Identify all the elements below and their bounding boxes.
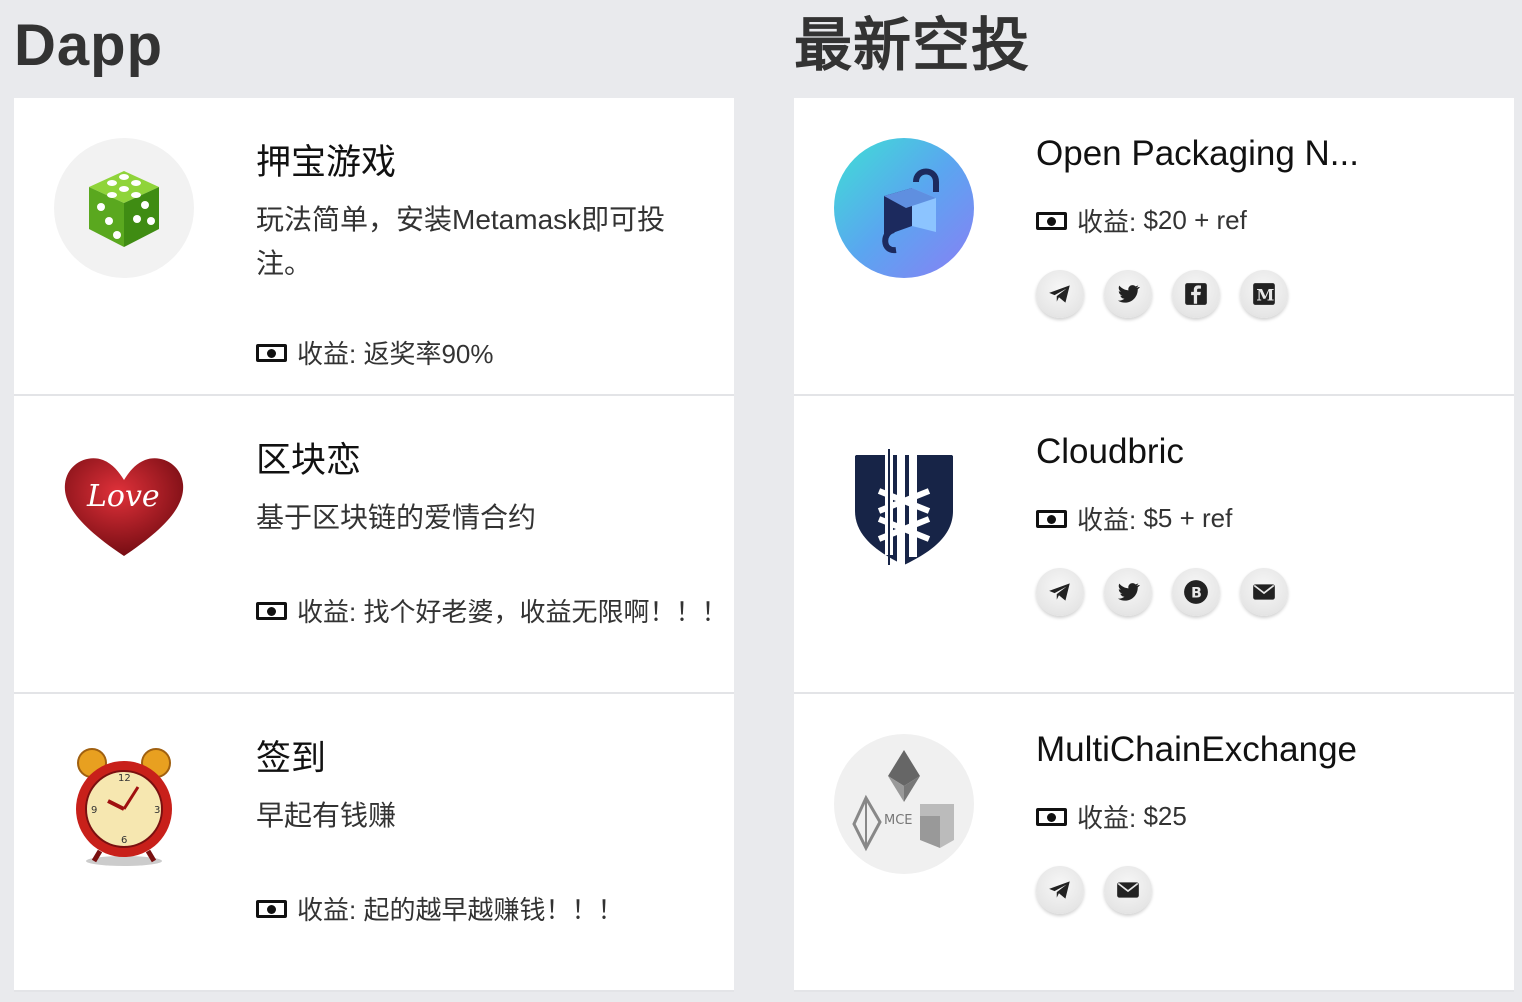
reward-label: 收益: xyxy=(297,597,357,627)
twitter-icon[interactable] xyxy=(1104,568,1152,616)
reward-value: 返奖率90% xyxy=(363,339,494,369)
airdrop-section: 最新空投 Open Packaging N... 收益: $20 + ref M… xyxy=(794,0,1514,992)
airdrop-heading: 最新空投 xyxy=(794,13,1031,78)
card-reward: 收益: 找个好老婆，收益无限啊！！！ xyxy=(256,592,727,629)
reward-label: 收益: xyxy=(297,895,357,925)
reward-label: 收益: xyxy=(1077,505,1137,535)
reward-value: 找个好老婆，收益无限啊！！！ xyxy=(363,597,728,627)
email-icon[interactable] xyxy=(1104,866,1152,914)
airdrop-card-cloudbric[interactable]: Cloudbric 收益: $5 + ref B xyxy=(794,396,1514,694)
reward-value: 起的越早越赚钱！！！ xyxy=(363,895,624,925)
svg-text:12: 12 xyxy=(118,773,131,784)
reward-label: 收益: xyxy=(1077,207,1137,237)
card-reward: 收益: $5 + ref xyxy=(1036,500,1232,537)
card-title: 区块恋 xyxy=(256,441,362,480)
mce-logo: MCE xyxy=(834,734,974,874)
svg-text:6: 6 xyxy=(121,835,127,846)
reward-label: 收益: xyxy=(1077,803,1137,833)
svg-text:Love: Love xyxy=(86,479,160,514)
money-icon xyxy=(1036,807,1067,826)
svg-text:MCE: MCE xyxy=(884,813,913,828)
dapp-card-love[interactable]: Love 区块恋 基于区块链的爱情合约 收益: 找个好老婆，收益无限啊！！！ xyxy=(14,396,734,694)
svg-text:M: M xyxy=(1256,286,1274,305)
money-icon xyxy=(1036,509,1067,528)
airdrop-card-open-packaging[interactable]: Open Packaging N... 收益: $20 + ref M xyxy=(794,98,1514,396)
facebook-icon[interactable] xyxy=(1172,270,1220,318)
card-reward: 收益: $20 + ref xyxy=(1036,202,1247,239)
money-icon xyxy=(256,343,287,362)
email-icon[interactable] xyxy=(1240,568,1288,616)
money-icon xyxy=(1036,211,1067,230)
social-links xyxy=(1036,866,1152,914)
dapp-card-checkin[interactable]: 12 3 6 9 签到 早起有钱赚 收益: 起的越早越赚钱！！！ xyxy=(14,694,734,992)
money-icon xyxy=(256,899,287,918)
svg-text:3: 3 xyxy=(154,805,160,816)
card-title: 签到 xyxy=(256,739,327,778)
telegram-icon[interactable] xyxy=(1036,568,1084,616)
card-title: Open Packaging N... xyxy=(1036,134,1359,173)
social-links: M xyxy=(1036,270,1288,318)
telegram-icon[interactable] xyxy=(1036,270,1084,318)
medium-icon[interactable]: M xyxy=(1240,270,1288,318)
money-icon xyxy=(256,601,287,620)
reward-value: $5 + ref xyxy=(1143,503,1233,533)
dapp-heading: Dapp xyxy=(14,13,163,78)
svg-text:9: 9 xyxy=(91,805,97,816)
reward-value: $20 + ref xyxy=(1143,205,1247,235)
card-description: 基于区块链的爱情合约 xyxy=(256,502,537,533)
dice-icon xyxy=(54,138,194,278)
card-title: 押宝游戏 xyxy=(256,143,397,182)
card-reward: 收益: $25 xyxy=(1036,798,1187,835)
bitcoin-icon[interactable]: B xyxy=(1172,568,1220,616)
dapp-section: Dapp 押宝游戏 玩法简单，安装Metamask即可投注。 收益: 返奖率90… xyxy=(14,0,734,992)
telegram-icon[interactable] xyxy=(1036,866,1084,914)
card-description: 玩法简单，安装Metamask即可投注。 xyxy=(256,204,666,279)
reward-label: 收益: xyxy=(297,339,357,369)
card-title: MultiChainExchange xyxy=(1036,730,1358,769)
card-reward: 收益: 起的越早越赚钱！！！ xyxy=(256,890,623,927)
reward-value: $25 xyxy=(1143,801,1187,831)
open-packaging-logo xyxy=(834,138,974,278)
card-description: 早起有钱赚 xyxy=(256,800,397,831)
social-links: B xyxy=(1036,568,1288,616)
card-title: Cloudbric xyxy=(1036,432,1184,471)
svg-text:B: B xyxy=(1191,585,1202,601)
alarm-clock-icon: 12 3 6 9 xyxy=(54,734,194,874)
dapp-card-yabao[interactable]: 押宝游戏 玩法简单，安装Metamask即可投注。 收益: 返奖率90% xyxy=(14,98,734,396)
airdrop-card-mce[interactable]: MCE MultiChainExchange 收益: $25 xyxy=(794,694,1514,992)
love-heart-icon: Love xyxy=(54,436,194,576)
twitter-icon[interactable] xyxy=(1104,270,1152,318)
cloudbric-shield-logo xyxy=(834,436,974,576)
card-reward: 收益: 返奖率90% xyxy=(256,334,494,371)
